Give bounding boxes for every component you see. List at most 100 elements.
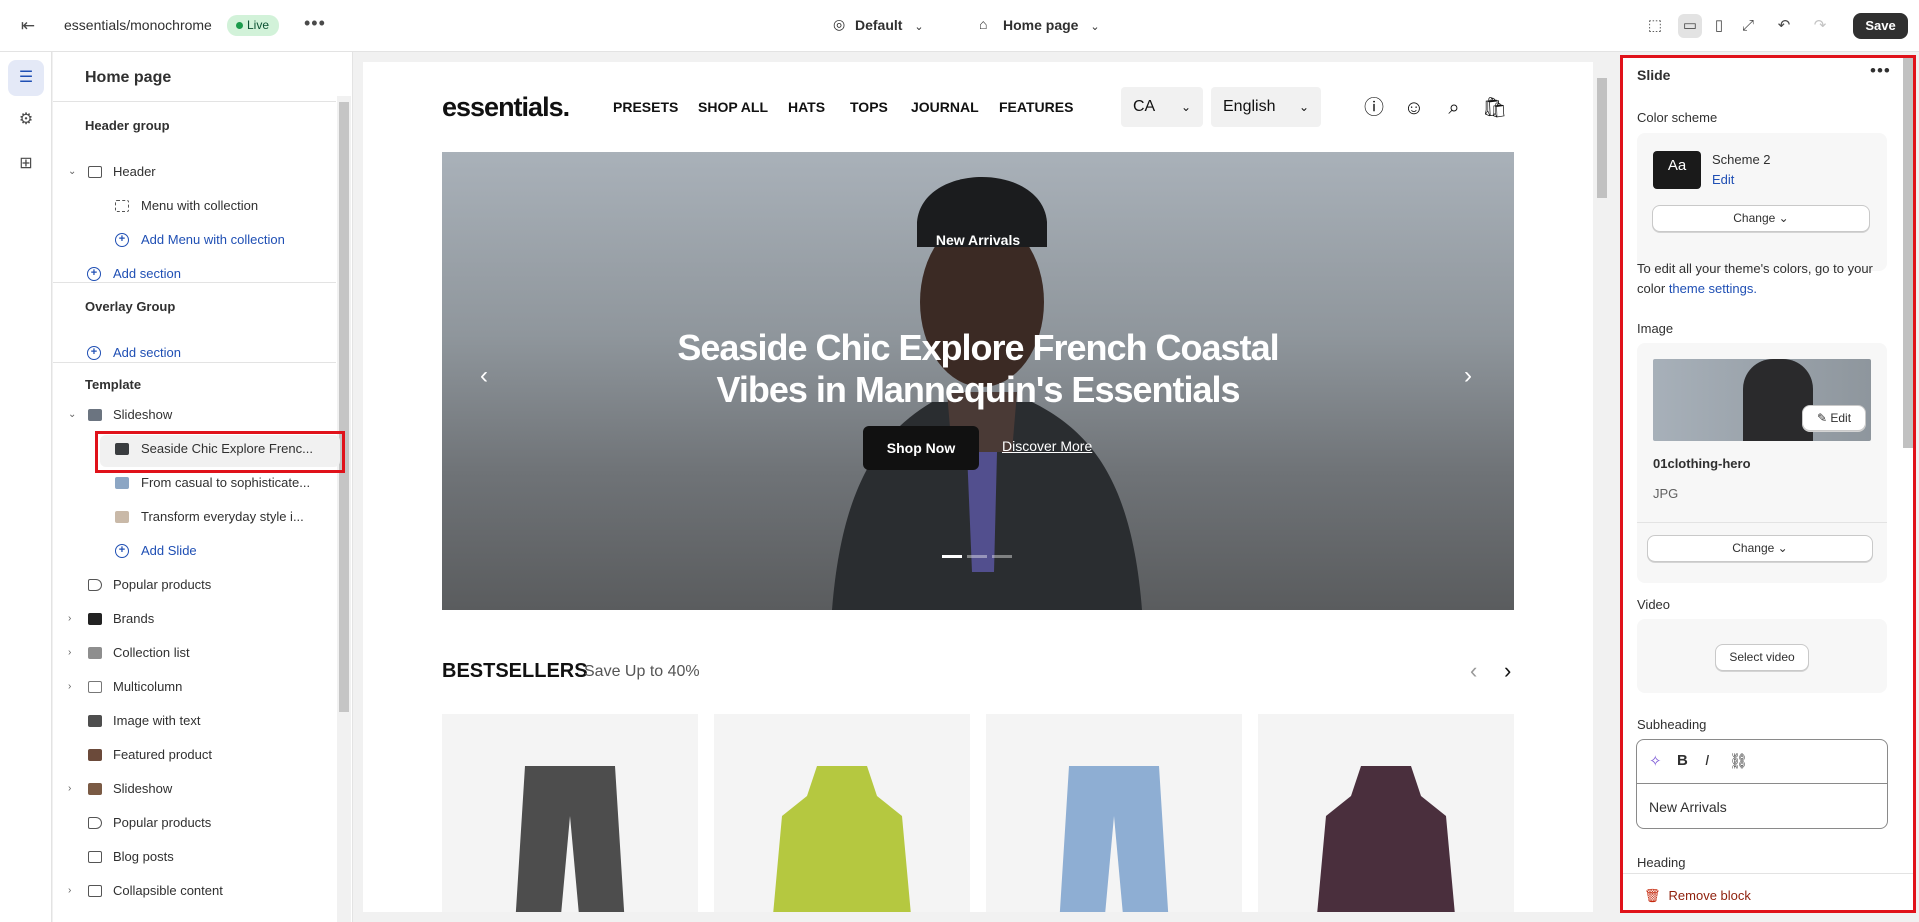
desktop-view-icon[interactable]: ▭ <box>1678 14 1702 38</box>
image-text-thumbnail <box>88 715 102 727</box>
chevron-down-icon[interactable]: ⌄ <box>68 156 76 188</box>
nav-presets[interactable]: PRESETS <box>613 99 678 115</box>
product-image <box>1059 766 1169 912</box>
chevron-right-icon[interactable]: › <box>68 875 71 907</box>
product-card[interactable] <box>714 714 970 912</box>
product-card[interactable] <box>442 714 698 912</box>
chevron-down-icon: ⌄ <box>1180 100 1191 114</box>
product-card[interactable] <box>986 714 1242 912</box>
sidebar-item-collection-list[interactable]: › Collection list <box>53 637 336 669</box>
divider <box>53 362 336 363</box>
header-section-icon <box>88 166 102 178</box>
save-button[interactable]: Save <box>1853 13 1908 39</box>
theme-selector[interactable]: ◎ Default ⌄ <box>833 16 924 33</box>
shop-now-button[interactable]: Shop Now <box>863 426 979 470</box>
chevron-right-icon[interactable]: › <box>68 637 71 669</box>
add-slide[interactable]: + Add Slide <box>53 535 336 567</box>
add-section-overlay-group[interactable]: + Add section <box>53 337 336 369</box>
chevron-down-icon: ⌄ <box>1298 100 1309 114</box>
nav-hats[interactable]: HATS <box>788 99 825 115</box>
sidebar-item-featured-product[interactable]: Featured product <box>53 739 336 771</box>
divider <box>53 101 336 102</box>
plus-circle-icon: + <box>115 233 129 247</box>
globe-icon: ◎ <box>833 16 846 32</box>
sidebar-item-menu-with-collection[interactable]: Menu with collection <box>53 190 336 222</box>
fullscreen-view-icon[interactable]: ⤢ <box>1736 14 1760 38</box>
sidebar-item-multicolumn[interactable]: › Multicolumn <box>53 671 336 703</box>
chevron-right-icon[interactable]: › <box>68 671 71 703</box>
mobile-view-icon[interactable]: ▯ <box>1707 14 1731 38</box>
sidebar-item-slideshow[interactable]: ⌄ Slideshow <box>53 399 336 431</box>
cart-icon[interactable]: 🛍 <box>1482 96 1507 120</box>
header-group-heading: Header group <box>85 118 170 133</box>
hero-heading: Seaside Chic Explore French Coastal Vibe… <box>677 327 1279 410</box>
sidebar-item-brands[interactable]: › Brands <box>53 603 336 635</box>
apps-icon[interactable]: ⊞ <box>8 146 44 182</box>
sidebar-item-slideshow-2[interactable]: › Slideshow <box>53 773 336 805</box>
live-badge: Live <box>227 15 280 36</box>
settings-icon[interactable]: ⚙ <box>8 102 44 138</box>
nav-features[interactable]: FEATURES <box>999 99 1073 115</box>
sidebar-item-header[interactable]: ⌄ Header <box>53 156 336 188</box>
slide-indicators[interactable] <box>942 545 1017 561</box>
preview-scrollbar[interactable] <box>1595 62 1609 912</box>
sidebar-item-popular-products-2[interactable]: Popular products <box>53 807 336 839</box>
tag-icon <box>88 579 102 591</box>
hero-slideshow[interactable]: New Arrivals Seaside Chic Explore French… <box>442 152 1514 610</box>
nav-journal[interactable]: JOURNAL <box>911 99 979 115</box>
info-icon[interactable]: ⓘ <box>1362 96 1386 120</box>
chevron-right-icon[interactable]: › <box>1464 362 1472 390</box>
store-preview[interactable]: essentials. PRESETS SHOP ALL HATS TOPS J… <box>363 62 1593 912</box>
country-selector[interactable]: CA ⌄ <box>1121 87 1203 127</box>
chevron-right-icon[interactable]: › <box>68 773 71 805</box>
slide-thumbnail <box>115 477 129 489</box>
store-logo[interactable]: essentials. <box>442 92 570 123</box>
plus-circle-icon: + <box>87 346 101 360</box>
preview-scroll-thumb[interactable] <box>1597 78 1607 198</box>
chevron-left-icon[interactable]: ‹ <box>1470 658 1477 684</box>
overlay-group-heading: Overlay Group <box>85 299 176 314</box>
document-icon <box>88 851 102 863</box>
chevron-down-icon: ⌄ <box>914 21 924 33</box>
chevron-down-icon: ⌄ <box>1090 21 1100 33</box>
featured-product-thumbnail <box>88 749 102 761</box>
add-section-header-group[interactable]: + Add section <box>53 258 336 290</box>
slide-dot[interactable] <box>942 555 962 558</box>
chevron-down-icon[interactable]: ⌄ <box>68 399 76 431</box>
block-icon <box>115 200 129 212</box>
language-selector[interactable]: English ⌄ <box>1211 87 1321 127</box>
product-image <box>515 766 625 912</box>
sidebar-item-collapsible-content[interactable]: › Collapsible content <box>53 875 336 907</box>
plus-circle-icon: + <box>87 267 101 281</box>
slide-dot[interactable] <box>992 555 1012 558</box>
sidebar-scrollbar[interactable] <box>339 102 349 712</box>
top-bar: ⇤ essentials/monochrome Live ••• ◎ Defau… <box>0 0 1919 52</box>
divider <box>53 282 336 283</box>
exit-icon[interactable]: ⇤ <box>18 16 38 36</box>
sections-icon[interactable]: ☰ <box>8 60 44 96</box>
more-options-icon[interactable]: ••• <box>304 13 326 34</box>
sidebar-item-popular-products[interactable]: Popular products <box>53 569 336 601</box>
sidebar-item-blog-posts[interactable]: Blog posts <box>53 841 336 873</box>
collapsible-icon <box>88 885 102 897</box>
nav-shop-all[interactable]: SHOP ALL <box>698 99 768 115</box>
nav-tops[interactable]: TOPS <box>850 99 888 115</box>
redo-icon[interactable]: ↷ <box>1808 14 1832 38</box>
selection-highlight <box>95 431 345 473</box>
sidebar-item-image-with-text[interactable]: Image with text <box>53 705 336 737</box>
slide-dot[interactable] <box>967 555 987 558</box>
chevron-right-icon[interactable]: › <box>1504 658 1511 684</box>
inspector-icon[interactable]: ⬚ <box>1643 14 1667 38</box>
product-card[interactable] <box>1258 714 1514 912</box>
discover-more-link[interactable]: Discover More <box>1002 438 1092 454</box>
sidebar-item-slide-3[interactable]: Transform everyday style i... <box>53 501 336 533</box>
account-icon[interactable]: ☺ <box>1402 96 1426 120</box>
add-menu-with-collection[interactable]: + Add Menu with collection <box>53 224 336 256</box>
theme-label: Default <box>855 17 903 33</box>
chevron-right-icon[interactable]: › <box>68 603 71 635</box>
chevron-left-icon[interactable]: ‹ <box>480 362 488 390</box>
undo-icon[interactable]: ↶ <box>1772 14 1796 38</box>
search-icon[interactable]: ⌕ <box>1442 96 1466 120</box>
page-selector[interactable]: ⌂ Home page ⌄ <box>979 16 1100 33</box>
brands-thumbnail <box>88 613 102 625</box>
